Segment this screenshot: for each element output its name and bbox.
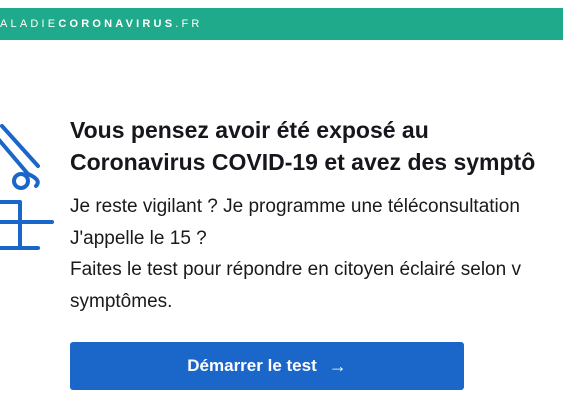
intro-line: symptômes.: [70, 290, 173, 312]
intro-line: J'appelle le 15 ?: [70, 227, 207, 249]
title-line-2: Coronavirus COVID-19 et avez des symptô: [70, 149, 536, 175]
title-line-1: Vous pensez avoir été exposé au: [70, 117, 429, 143]
start-test-button[interactable]: Démarrer le test →: [70, 342, 464, 390]
site-brand-link[interactable]: ALADIECORONAVIRUS.FR: [0, 8, 203, 40]
thermometer-person-icon: [0, 124, 54, 250]
intro-text: Je reste vigilant ? Je programme une tél…: [70, 191, 563, 317]
main-content: Vous pensez avoir été exposé au Coronavi…: [70, 114, 563, 317]
brand-strong: CORONAVIRUS: [58, 18, 176, 30]
arrow-right-icon: →: [328, 355, 347, 376]
brand-prefix: ALADIE: [0, 18, 59, 30]
brand-suffix: .FR: [175, 18, 203, 30]
start-test-label: Démarrer le test: [187, 356, 317, 375]
page-title: Vous pensez avoir été exposé au Coronavi…: [70, 114, 563, 178]
intro-line: Je reste vigilant ? Je programme une tél…: [70, 196, 520, 217]
site-header: ALADIECORONAVIRUS.FR: [0, 8, 563, 40]
intro-line: Faites le test pour répondre en citoyen …: [70, 259, 521, 280]
